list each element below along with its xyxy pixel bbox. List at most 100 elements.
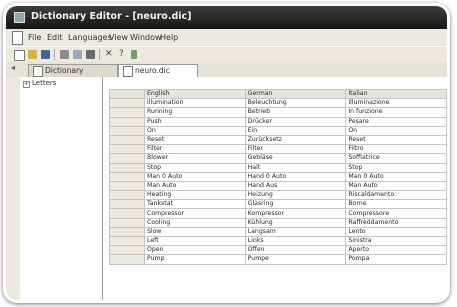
- table-row[interactable]: Illumination Beleuchtung Illuminazione: [109, 98, 447, 109]
- row-header[interactable]: [109, 98, 145, 109]
- row-header[interactable]: [109, 125, 145, 136]
- filter-icon[interactable]: [131, 50, 137, 59]
- row-header[interactable]: [109, 116, 145, 127]
- table-row[interactable]: Heating Heizung Riscaldamento: [109, 190, 447, 201]
- table-cell[interactable]: Betrieb: [244, 107, 347, 118]
- table-cell[interactable]: Running: [144, 107, 246, 118]
- row-header[interactable]: [109, 107, 145, 118]
- table-cell[interactable]: Pesare: [345, 116, 447, 127]
- table-cell[interactable]: Illuminazione: [345, 98, 447, 109]
- table-row[interactable]: Blower Gebläse Soffiatrice: [109, 153, 447, 164]
- table-row[interactable]: Stop Halt Stop: [109, 162, 447, 173]
- row-header[interactable]: [109, 162, 145, 173]
- table-row[interactable]: Reset Zurücksetz Reset: [109, 134, 447, 146]
- table-row[interactable]: Slow Langsam Lento: [109, 226, 447, 238]
- table-cell[interactable]: Compressor: [144, 208, 246, 219]
- row-header[interactable]: [109, 245, 145, 256]
- paste-icon[interactable]: [86, 50, 95, 59]
- table-row[interactable]: Man 0 Auto Hand 0 Auto Man 0 Auto: [109, 171, 447, 182]
- table-cell[interactable]: Pompa: [345, 254, 447, 265]
- table-cell[interactable]: Compressore: [345, 208, 447, 219]
- row-header[interactable]: [109, 153, 145, 164]
- column-header-english[interactable]: English: [144, 88, 246, 100]
- row-header[interactable]: [109, 134, 145, 146]
- save-icon[interactable]: [41, 50, 50, 59]
- table-cell[interactable]: Kompressor: [244, 208, 347, 219]
- table-cell[interactable]: Riscaldamento: [345, 190, 447, 201]
- table-cell[interactable]: Aperto: [345, 245, 447, 256]
- table-cell[interactable]: Open: [144, 245, 246, 256]
- menu-languages[interactable]: Languages: [68, 33, 112, 42]
- column-header-italian[interactable]: Italian: [345, 88, 447, 100]
- table-cell[interactable]: Gebläse: [244, 153, 347, 164]
- table-row[interactable]: Pump Pumpe Pompa: [109, 254, 447, 265]
- menu-edit[interactable]: Edit: [47, 33, 63, 42]
- row-header[interactable]: [109, 180, 145, 192]
- title-bar[interactable]: Dictionary Editor - [neuro.dic]: [6, 6, 447, 29]
- table-cell[interactable]: Links: [244, 235, 347, 247]
- row-header[interactable]: [109, 235, 145, 247]
- row-header[interactable]: [109, 144, 145, 155]
- copy-icon[interactable]: [73, 50, 82, 59]
- menu-view[interactable]: View: [109, 33, 128, 42]
- table-cell[interactable]: Pump: [144, 254, 246, 265]
- table-cell[interactable]: Raffreddamento: [345, 217, 447, 228]
- table-cell[interactable]: Left: [144, 235, 246, 247]
- table-cell[interactable]: Glasring: [244, 199, 347, 210]
- cut-icon[interactable]: [60, 50, 69, 59]
- help-icon[interactable]: ?: [119, 50, 128, 59]
- table-row[interactable]: Left Links Sinistra: [109, 235, 447, 247]
- menu-file[interactable]: File: [28, 33, 41, 42]
- table-cell[interactable]: Ein: [244, 125, 347, 136]
- table-cell[interactable]: Zurücksetz: [244, 134, 347, 146]
- column-header-german[interactable]: German: [244, 88, 347, 100]
- table-cell[interactable]: Offen: [244, 245, 347, 256]
- table-cell[interactable]: Langsam: [244, 226, 347, 238]
- table-cell[interactable]: Beleuchtung: [244, 98, 347, 109]
- row-header[interactable]: [109, 208, 145, 219]
- table-cell[interactable]: Tankstat: [144, 199, 246, 210]
- tree-node-letters[interactable]: + Letters: [23, 79, 56, 88]
- table-cell[interactable]: Stop: [345, 162, 447, 173]
- table-cell[interactable]: Cooling: [144, 217, 246, 228]
- table-cell[interactable]: On: [144, 125, 246, 136]
- table-cell[interactable]: Kühlung: [244, 217, 347, 228]
- row-header[interactable]: [109, 226, 145, 238]
- table-cell[interactable]: In funzione: [345, 107, 447, 118]
- table-cell[interactable]: Hand Aus: [244, 180, 347, 192]
- row-header[interactable]: [109, 254, 145, 265]
- delete-icon[interactable]: ✕: [105, 50, 114, 59]
- open-icon[interactable]: [28, 50, 37, 59]
- table-cell[interactable]: Blower: [144, 153, 246, 164]
- table-cell[interactable]: Halt: [244, 162, 347, 173]
- table-cell[interactable]: Slow: [144, 226, 246, 238]
- table-cell[interactable]: Pumpe: [244, 254, 347, 265]
- table-cell[interactable]: Filtro: [345, 144, 447, 155]
- table-cell[interactable]: Man 0 Auto: [144, 171, 246, 182]
- table-row[interactable]: Man Auto Hand Aus Man Auto: [109, 180, 447, 192]
- table-row[interactable]: Cooling Kühlung Raffreddamento: [109, 217, 447, 228]
- tab-neuro-dic[interactable]: neuro.dic: [118, 64, 198, 78]
- new-icon[interactable]: [14, 50, 25, 61]
- table-cell[interactable]: Hand 0 Auto: [244, 171, 347, 182]
- row-header[interactable]: [109, 199, 145, 210]
- table-cell[interactable]: Reset: [345, 134, 447, 146]
- table-row[interactable]: Running Betrieb In funzione: [109, 107, 447, 118]
- row-header[interactable]: [109, 171, 145, 182]
- table-row[interactable]: On Ein On: [109, 125, 447, 136]
- table-cell[interactable]: Lento: [345, 226, 447, 238]
- tab-scroll-left-icon[interactable]: ◂: [11, 63, 15, 72]
- menu-window[interactable]: Window: [130, 33, 162, 42]
- expand-icon[interactable]: +: [23, 81, 30, 88]
- table-cell[interactable]: Heating: [144, 190, 246, 201]
- menu-help[interactable]: Help: [160, 33, 178, 42]
- table-row[interactable]: Open Offen Aperto: [109, 245, 447, 256]
- table-row[interactable]: Push Drücker Pesare: [109, 116, 447, 127]
- table-cell[interactable]: Sinistra: [345, 235, 447, 247]
- table-cell[interactable]: Filter: [244, 144, 347, 155]
- table-cell[interactable]: Borne: [345, 199, 447, 210]
- table-cell[interactable]: Drücker: [244, 116, 347, 127]
- table-row[interactable]: Tankstat Glasring Borne: [109, 199, 447, 210]
- table-cell[interactable]: Filter: [144, 144, 246, 155]
- table-cell[interactable]: Man 0 Auto: [345, 171, 447, 182]
